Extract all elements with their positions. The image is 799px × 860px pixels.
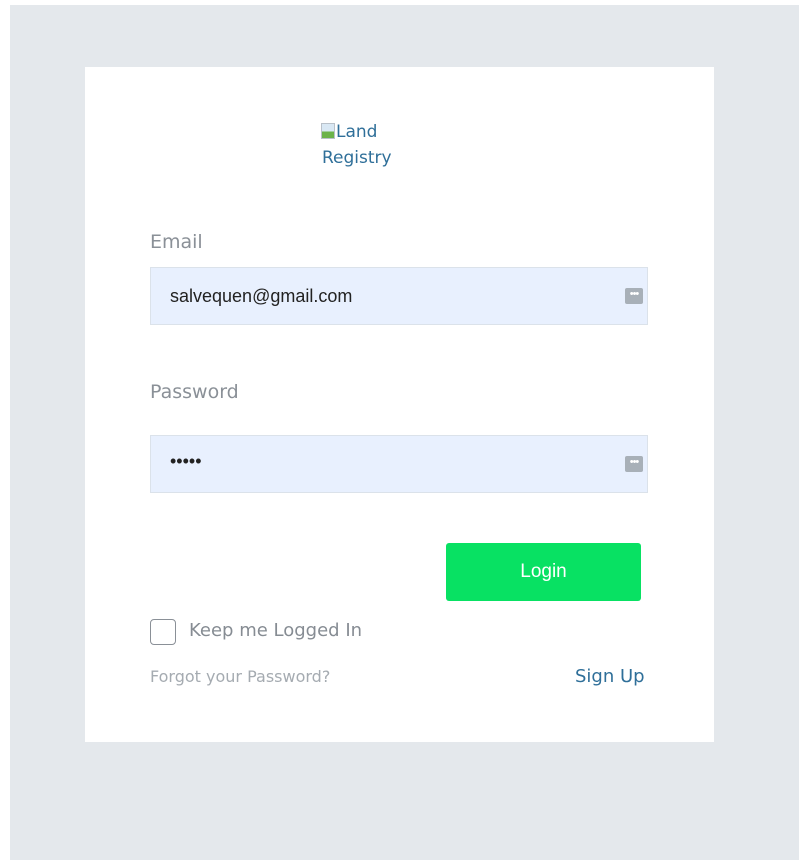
login-button[interactable]: Login [446,543,641,601]
keyboard-autofill-icon[interactable]: ••• [625,456,643,472]
email-value: salvequen@gmail.com [170,286,353,306]
logo-alt-text-line1: Land [336,122,378,142]
password-label: Password [150,381,239,403]
forgot-password-link[interactable]: Forgot your Password? [150,667,330,686]
keep-logged-in-label[interactable]: Keep me Logged In [189,620,362,641]
logo: Land Registry [321,119,421,171]
email-field[interactable]: salvequen@gmail.com ••• [150,267,648,325]
keep-logged-in-checkbox[interactable] [150,619,176,645]
page-background: Land Registry Email salvequen@gmail.com … [10,5,799,860]
logo-alt-text-line2: Registry [322,148,392,168]
email-label: Email [150,231,203,253]
keyboard-autofill-icon[interactable]: ••• [625,288,643,304]
sign-up-link[interactable]: Sign Up [575,666,645,687]
broken-image-icon [321,123,335,139]
login-card: Land Registry Email salvequen@gmail.com … [85,67,714,742]
password-value: ••••• [170,451,202,471]
password-field[interactable]: ••••• ••• [150,435,648,493]
